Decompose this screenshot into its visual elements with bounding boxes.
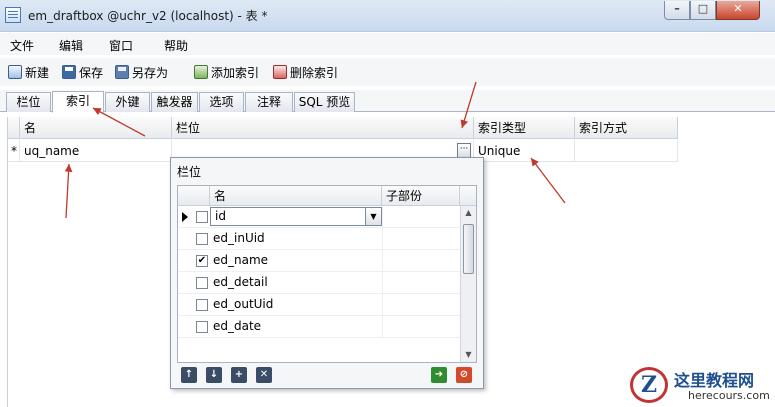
field-list-marker-header: [178, 186, 210, 206]
field-checkbox[interactable]: [196, 321, 208, 333]
window-title: em_draftbox @uchr_v2 (localhost) - 表 *: [28, 9, 268, 23]
field-header-subpart[interactable]: 子部份: [382, 186, 460, 206]
field-header-name[interactable]: 名: [210, 186, 382, 206]
field-select[interactable]: id ▼: [210, 207, 382, 226]
field-list: 名 子部份 id ▼ ed_inUid ✔ ed_name ed_detail: [177, 185, 477, 363]
watermark-domain: herecours.com: [688, 389, 770, 402]
menu-edit[interactable]: 编辑: [59, 37, 83, 54]
field-checkbox[interactable]: [196, 299, 208, 311]
column-header-index-type[interactable]: 索引类型: [474, 117, 575, 139]
field-name: id: [215, 209, 226, 223]
column-divider: [382, 228, 383, 250]
current-row-indicator-icon: [182, 212, 188, 222]
index-method-cell[interactable]: [575, 140, 678, 162]
field-row[interactable]: ed_outUid: [178, 294, 460, 316]
tab-bar: 栏位 索引 外键 触发器 选项 注释 SQL 预览: [0, 90, 775, 113]
x-icon[interactable]: ✕: [256, 367, 272, 383]
tab-fields[interactable]: 栏位: [6, 92, 51, 112]
tab-foreign-keys[interactable]: 外键: [105, 92, 150, 112]
field-row[interactable]: ed_detail: [178, 272, 460, 294]
new-button[interactable]: 新建: [8, 63, 49, 81]
tab-indexes[interactable]: 索引: [52, 91, 104, 113]
maximize-icon: □: [697, 2, 709, 15]
save-button[interactable]: 保存: [62, 63, 103, 81]
add-index-icon: [194, 65, 208, 79]
menu-file[interactable]: 文件: [10, 37, 34, 54]
field-list-scrollbar[interactable]: ▲ ▼: [460, 206, 476, 362]
delete-index-button[interactable]: 删除索引: [273, 63, 338, 81]
watermark-brand: 这里教程网: [674, 371, 755, 390]
arrow-right-icon[interactable]: ➜: [431, 367, 447, 383]
toolbar: 新建 保存 另存为 添加索引 删除索引: [0, 58, 775, 86]
popup-title: 栏位: [177, 165, 202, 179]
index-type-cell[interactable]: Unique: [474, 140, 575, 162]
field-list-header: 名 子部份: [178, 186, 476, 206]
close-icon: ✕: [733, 2, 743, 15]
chevron-down-icon[interactable]: ▼: [365, 208, 381, 225]
scrollbar-thumb[interactable]: [463, 224, 474, 274]
menu-help[interactable]: 帮助: [164, 37, 188, 54]
column-header-index-method[interactable]: 索引方式: [575, 117, 678, 139]
add-index-label: 添加索引: [211, 65, 260, 80]
close-button[interactable]: ✕: [716, 1, 760, 20]
scroll-down-icon[interactable]: ▼: [461, 348, 476, 362]
delete-index-label: 删除索引: [290, 65, 339, 80]
field-name: ed_inUid: [213, 231, 265, 245]
watermark: 这里教程网 herecours.com: [628, 365, 775, 407]
field-row[interactable]: ed_date: [178, 316, 460, 338]
popup-button-bar: ↑ ↓ + ✕ ➜ ⊘: [179, 367, 477, 385]
cancel-icon[interactable]: ⊘: [456, 367, 472, 383]
minimize-button[interactable]: –: [664, 1, 690, 20]
tab-options[interactable]: 选项: [199, 92, 244, 112]
field-name: ed_date: [213, 319, 262, 333]
tab-sql-preview[interactable]: SQL 预览: [294, 92, 355, 112]
add-index-button[interactable]: 添加索引: [194, 63, 259, 81]
save-as-label: 另存为: [132, 65, 169, 80]
field-name: ed_name: [213, 253, 269, 267]
column-divider: [382, 250, 383, 272]
column-header-fields[interactable]: 栏位: [172, 117, 474, 139]
column-divider: [382, 272, 383, 294]
field-checkbox[interactable]: [196, 211, 208, 223]
fields-picker-popup: 栏位 名 子部份 id ▼ ed_inUid ✔ ed_name ed_deta…: [170, 157, 484, 389]
menu-bar: 文件 编辑 窗口 帮助: [0, 33, 775, 55]
column-divider: [382, 206, 383, 228]
table-app-icon: [5, 7, 21, 23]
new-icon: [8, 65, 22, 79]
arrow-down-icon[interactable]: ↓: [206, 367, 222, 383]
arrow-up-icon[interactable]: ↑: [181, 367, 197, 383]
field-checkbox[interactable]: [196, 233, 208, 245]
field-row[interactable]: ✔ ed_name: [178, 250, 460, 272]
column-divider: [382, 316, 383, 338]
field-name: ed_detail: [213, 275, 268, 289]
field-row[interactable]: ed_inUid: [178, 228, 460, 250]
plus-icon[interactable]: +: [231, 367, 247, 383]
field-row-id[interactable]: id ▼: [178, 206, 460, 228]
save-icon: [62, 65, 76, 79]
field-checkbox[interactable]: [196, 277, 208, 289]
field-checkbox-checked[interactable]: ✔: [196, 255, 208, 267]
grid-header: 名 栏位 索引类型 索引方式: [8, 117, 678, 139]
maximize-button[interactable]: □: [690, 1, 716, 20]
column-header-name[interactable]: 名: [20, 117, 172, 139]
tab-triggers[interactable]: 触发器: [151, 92, 198, 112]
save-label: 保存: [79, 65, 104, 80]
column-divider: [382, 294, 383, 316]
tab-comments[interactable]: 注释: [245, 92, 293, 112]
row-marker: *: [8, 140, 20, 162]
fields-picker-button[interactable]: ···: [457, 143, 471, 158]
delete-index-icon: [273, 65, 287, 79]
watermark-logo: [630, 367, 668, 403]
menu-window[interactable]: 窗口: [109, 37, 133, 54]
title-bar: em_draftbox @uchr_v2 (localhost) - 表 * –…: [0, 0, 775, 32]
save-as-button[interactable]: 另存为: [115, 63, 168, 81]
index-name-cell[interactable]: uq_name: [20, 140, 172, 162]
row-marker-header: [8, 117, 20, 139]
field-name: ed_outUid: [213, 297, 274, 311]
save-as-icon: [115, 65, 129, 79]
scroll-up-icon[interactable]: ▲: [461, 206, 476, 220]
minimize-icon: –: [674, 2, 680, 15]
new-label: 新建: [25, 65, 50, 80]
